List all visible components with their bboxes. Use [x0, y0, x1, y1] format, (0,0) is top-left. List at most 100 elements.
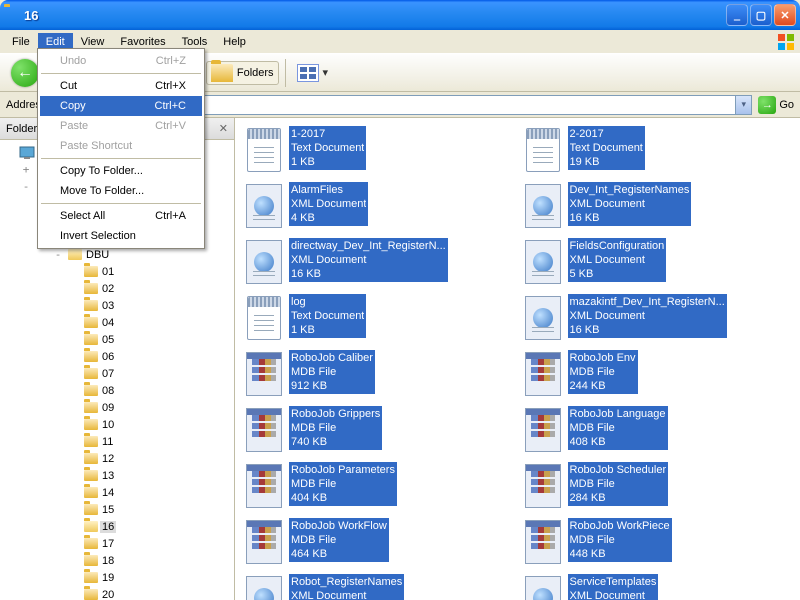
- file-size: 16 KB: [570, 323, 725, 337]
- file-item[interactable]: RoboJob EnvMDB File244 KB: [522, 350, 793, 404]
- file-name: RoboJob Parameters: [291, 463, 395, 477]
- tree-node-11[interactable]: 11: [2, 433, 232, 450]
- file-item[interactable]: ServiceTemplatesXML Document16 KB: [522, 574, 793, 600]
- file-size: 448 KB: [570, 547, 670, 561]
- tree-node-03[interactable]: 03: [2, 297, 232, 314]
- views-icon: [297, 64, 319, 82]
- tree-node-17[interactable]: 17: [2, 535, 232, 552]
- file-txt-icon: [243, 294, 285, 342]
- file-type: MDB File: [570, 421, 666, 435]
- edit-menu-cut[interactable]: CutCtrl+X: [40, 76, 202, 96]
- file-mdb-icon: [522, 350, 564, 398]
- tree-node-01[interactable]: 01: [2, 263, 232, 280]
- tree-node-02[interactable]: 02: [2, 280, 232, 297]
- file-name: mazakintf_Dev_Int_RegisterN...: [570, 295, 725, 309]
- file-mdb-icon: [522, 406, 564, 454]
- file-name: FieldsConfiguration: [570, 239, 665, 253]
- file-type: XML Document: [570, 197, 690, 211]
- file-item[interactable]: FieldsConfigurationXML Document5 KB: [522, 238, 793, 292]
- file-name: AlarmFiles: [291, 183, 366, 197]
- file-type: XML Document: [291, 253, 446, 267]
- file-item[interactable]: mazakintf_Dev_Int_RegisterN...XML Docume…: [522, 294, 793, 348]
- tree-node-14[interactable]: 14: [2, 484, 232, 501]
- menu-help[interactable]: Help: [215, 33, 254, 51]
- folders-label: Folders: [237, 67, 274, 79]
- address-dropdown-icon[interactable]: ▾: [735, 96, 751, 114]
- menu-file[interactable]: File: [4, 33, 38, 51]
- file-xml-icon: [522, 574, 564, 600]
- file-mdb-icon: [243, 462, 285, 510]
- file-name: Dev_Int_RegisterNames: [570, 183, 690, 197]
- window-folder-icon: [4, 7, 20, 23]
- file-item[interactable]: logText Document1 KB: [243, 294, 514, 348]
- file-item[interactable]: RoboJob WorkPieceMDB File448 KB: [522, 518, 793, 572]
- file-size: 408 KB: [570, 435, 666, 449]
- edit-menu-invert-selection[interactable]: Invert Selection: [40, 226, 202, 246]
- file-item[interactable]: RoboJob LanguageMDB File408 KB: [522, 406, 793, 460]
- folders-icon: [211, 64, 233, 82]
- tree-node-08[interactable]: 08: [2, 382, 232, 399]
- tree-node-12[interactable]: 12: [2, 450, 232, 467]
- file-type: Text Document: [570, 141, 643, 155]
- file-type: MDB File: [570, 477, 667, 491]
- file-item[interactable]: RoboJob WorkFlowMDB File464 KB: [243, 518, 514, 572]
- file-type: XML Document: [570, 309, 725, 323]
- tree-node-04[interactable]: 04: [2, 314, 232, 331]
- tree-node-07[interactable]: 07: [2, 365, 232, 382]
- file-type: Text Document: [291, 309, 364, 323]
- tree-node-16[interactable]: 16: [2, 518, 232, 535]
- file-item[interactable]: Dev_Int_RegisterNamesXML Document16 KB: [522, 182, 793, 236]
- minimize-button[interactable]: ‗: [726, 4, 748, 26]
- edit-menu-dropdown: UndoCtrl+ZCutCtrl+XCopyCtrl+CPasteCtrl+V…: [37, 48, 205, 249]
- file-item[interactable]: 1-2017Text Document1 KB: [243, 126, 514, 180]
- views-button[interactable]: ▾: [292, 61, 338, 85]
- tree-node-20[interactable]: 20: [2, 586, 232, 600]
- file-name: RoboJob WorkFlow: [291, 519, 387, 533]
- tree-node-06[interactable]: 06: [2, 348, 232, 365]
- tree-node-10[interactable]: 10: [2, 416, 232, 433]
- file-item[interactable]: RoboJob SchedulerMDB File284 KB: [522, 462, 793, 516]
- go-button[interactable]: → Go: [758, 96, 794, 114]
- file-type: MDB File: [570, 365, 636, 379]
- file-mdb-icon: [522, 518, 564, 566]
- folders-button[interactable]: Folders: [206, 61, 279, 85]
- file-type: XML Document: [570, 589, 657, 600]
- tree-node-18[interactable]: 18: [2, 552, 232, 569]
- tree-node-13[interactable]: 13: [2, 467, 232, 484]
- file-name: RoboJob Env: [570, 351, 636, 365]
- folders-pane-close[interactable]: ✕: [219, 122, 228, 135]
- tree-node-19[interactable]: 19: [2, 569, 232, 586]
- file-item[interactable]: RoboJob CaliberMDB File912 KB: [243, 350, 514, 404]
- file-name: RoboJob Scheduler: [570, 463, 667, 477]
- file-name: directway_Dev_Int_RegisterN...: [291, 239, 446, 253]
- edit-menu-select-all[interactable]: Select AllCtrl+A: [40, 206, 202, 226]
- edit-menu-paste: PasteCtrl+V: [40, 116, 202, 136]
- tree-node-09[interactable]: 09: [2, 399, 232, 416]
- file-item[interactable]: RoboJob GrippersMDB File740 KB: [243, 406, 514, 460]
- file-item[interactable]: directway_Dev_Int_RegisterN...XML Docume…: [243, 238, 514, 292]
- file-size: 912 KB: [291, 379, 373, 393]
- file-name: RoboJob Caliber: [291, 351, 373, 365]
- file-size: 740 KB: [291, 435, 380, 449]
- maximize-button[interactable]: ▢: [750, 4, 772, 26]
- tree-node-05[interactable]: 05: [2, 331, 232, 348]
- tree-node-15[interactable]: 15: [2, 501, 232, 518]
- go-label: Go: [779, 99, 794, 111]
- file-list[interactable]: 1-2017Text Document1 KB2-2017Text Docume…: [235, 118, 800, 600]
- file-name: 2-2017: [570, 127, 643, 141]
- file-type: XML Document: [291, 197, 366, 211]
- windows-flag-icon: [776, 32, 796, 52]
- close-button[interactable]: ✕: [774, 4, 796, 26]
- file-item[interactable]: 2-2017Text Document19 KB: [522, 126, 793, 180]
- file-item[interactable]: RoboJob ParametersMDB File404 KB: [243, 462, 514, 516]
- edit-menu-move-to-folder-[interactable]: Move To Folder...: [40, 181, 202, 201]
- file-mdb-icon: [243, 406, 285, 454]
- file-item[interactable]: Robot_RegisterNamesXML Document16 KB: [243, 574, 514, 600]
- file-mdb-icon: [243, 518, 285, 566]
- file-item[interactable]: AlarmFilesXML Document4 KB: [243, 182, 514, 236]
- file-name: ServiceTemplates: [570, 575, 657, 589]
- edit-menu-copy[interactable]: CopyCtrl+C: [40, 96, 202, 116]
- file-type: MDB File: [570, 533, 670, 547]
- file-size: 4 KB: [291, 211, 366, 225]
- edit-menu-copy-to-folder-[interactable]: Copy To Folder...: [40, 161, 202, 181]
